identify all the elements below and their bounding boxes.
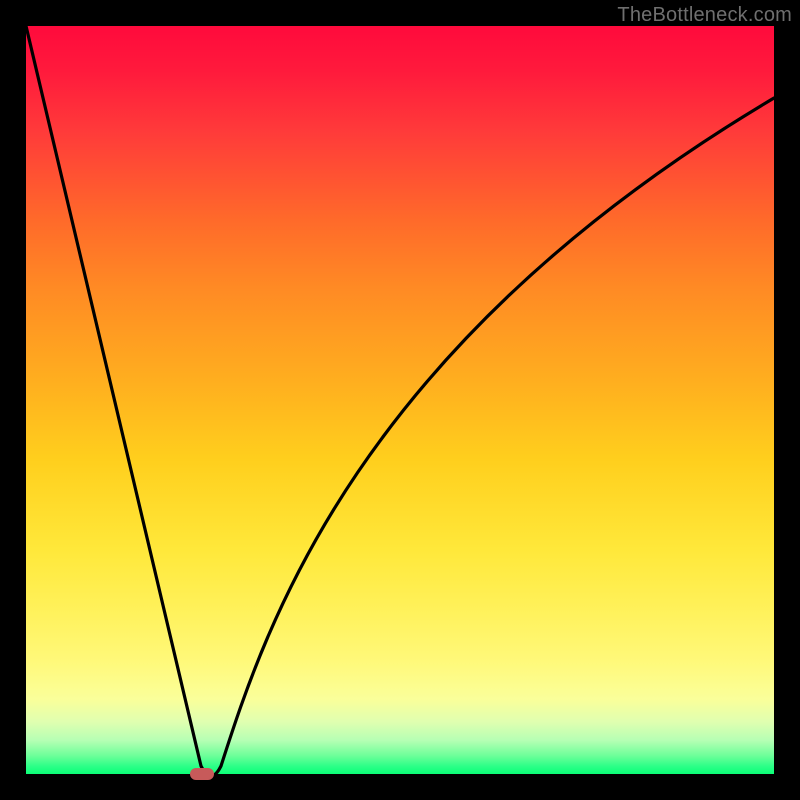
chart-frame: TheBottleneck.com <box>0 0 800 800</box>
plot-area <box>26 26 774 774</box>
watermark-text: TheBottleneck.com <box>617 4 792 27</box>
minimum-marker <box>190 768 214 780</box>
curve-path <box>26 26 774 774</box>
bottleneck-curve <box>26 26 774 774</box>
